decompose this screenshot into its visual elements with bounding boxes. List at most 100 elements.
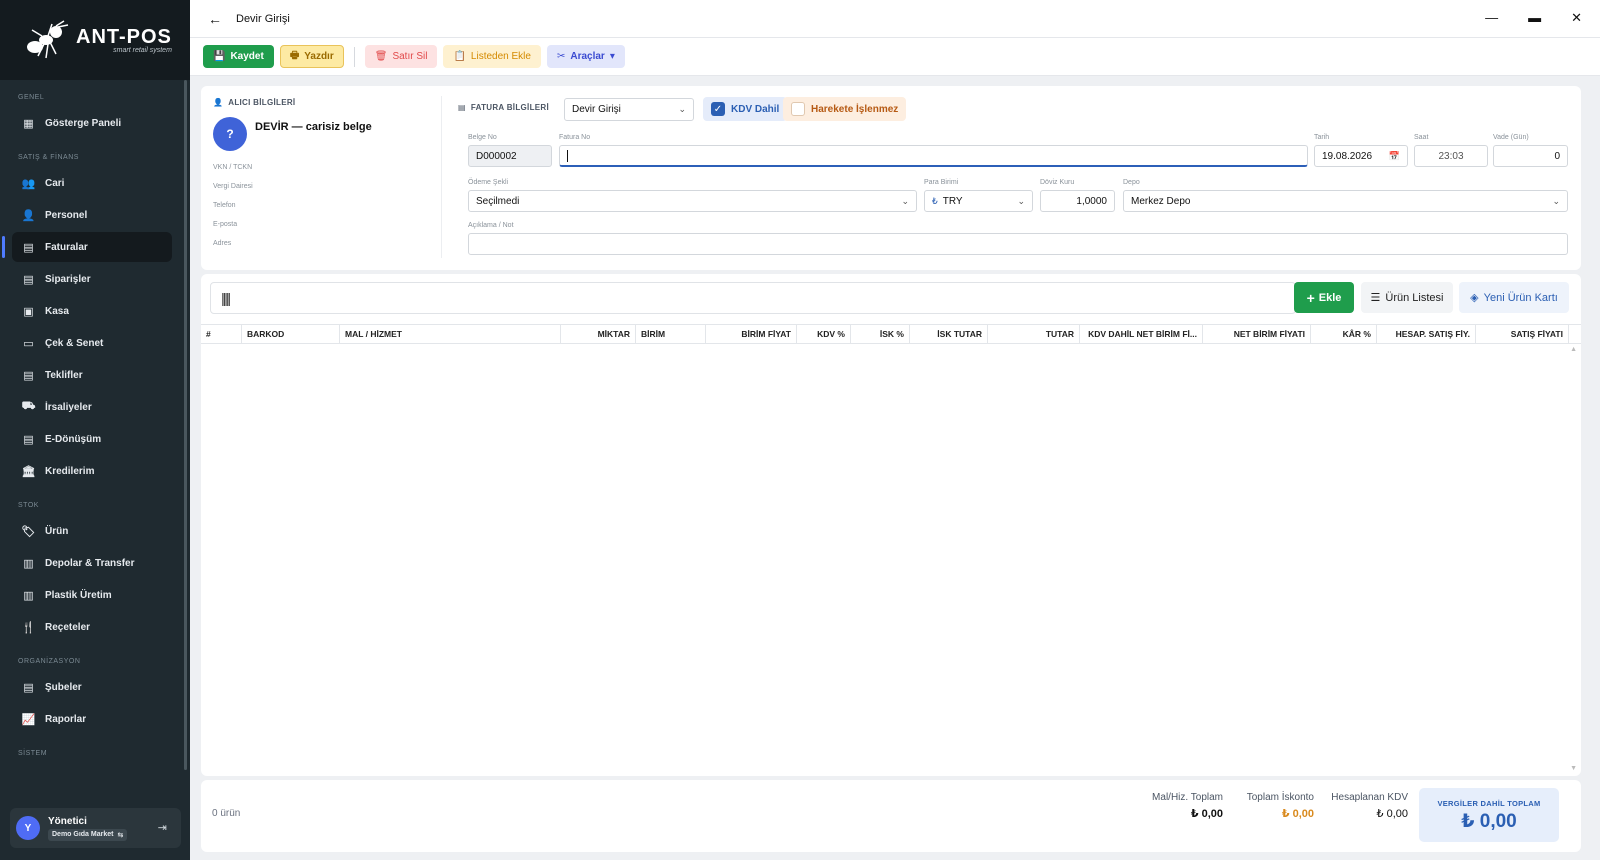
sidebar-item-label: Şubeler xyxy=(45,681,82,693)
chevron-down-icon: ⌄ xyxy=(678,104,686,114)
user-card[interactable]: Y Yönetici Demo Gıda Market ⇆ ⇥ xyxy=(10,808,181,848)
col-isk-tutar[interactable]: İSK TUTAR xyxy=(910,325,988,343)
sidebar-item-cek-senet[interactable]: ▭ Çek & Senet xyxy=(12,328,172,358)
invoice-title-label: FATURA BİLGİLERİ xyxy=(470,103,549,112)
save-button[interactable]: 💾 Kaydet xyxy=(203,45,274,68)
invoice-type-select[interactable]: Devir Girişi ⌄ xyxy=(564,98,694,121)
delete-row-label: Satır Sil xyxy=(392,51,428,62)
print-button[interactable]: 🖶 Yazdır xyxy=(279,45,344,68)
fatura-no-label: Fatura No xyxy=(559,134,591,141)
sidebar-scrollbar[interactable] xyxy=(184,80,187,770)
odeme-select[interactable]: Seçilmedi ⌄ xyxy=(468,190,917,212)
sidebar-item-label: E-Dönüşüm xyxy=(45,433,102,445)
vade-field[interactable]: 0 xyxy=(1493,145,1568,167)
barcode-icon: ||||| xyxy=(221,290,231,306)
tools-icon: ✂ xyxy=(556,51,566,62)
aciklama-input[interactable] xyxy=(468,233,1568,255)
add-from-list-button[interactable]: 📋 Listeden Ekle xyxy=(443,45,541,68)
col-barkod[interactable]: BARKOD xyxy=(242,325,340,343)
close-icon[interactable]: ✕ xyxy=(1571,10,1582,26)
col-isk[interactable]: İSK % xyxy=(851,325,910,343)
sidebar-item-irsaliyeler[interactable]: ⛟ İrsaliyeler xyxy=(12,392,172,422)
sidebar-item-urun[interactable]: 🏷 Ürün xyxy=(12,516,172,546)
buyer-name: DEVİR — carisiz belge xyxy=(255,121,372,133)
depo-value: Merkez Depo xyxy=(1131,195,1191,207)
chevron-down-icon: ⌄ xyxy=(1552,195,1560,206)
mal-toplam-label: Mal/Hiz. Toplam xyxy=(1152,792,1223,803)
depo-select[interactable]: Merkez Depo ⌄ xyxy=(1123,190,1568,212)
sidebar-item-label: Teklifler xyxy=(45,369,83,381)
chevron-down-icon: ⌄ xyxy=(1017,195,1025,206)
barcode-search-input[interactable]: ||||| xyxy=(210,282,1296,314)
order-icon: ▤ xyxy=(23,273,34,286)
sidebar-item-dashboard[interactable]: ▦ Gösterge Paneli xyxy=(12,108,172,138)
col-hesap-satis[interactable]: HESAP. SATIŞ FİY. xyxy=(1377,325,1476,343)
col-kdv-dahil-net[interactable]: KDV DAHİL NET BİRİM Fİ... xyxy=(1080,325,1203,343)
sidebar-item-kasa[interactable]: ▣ Kasa xyxy=(12,296,172,326)
maximize-icon[interactable]: ▬ xyxy=(1528,10,1541,26)
sidebar-item-raporlar[interactable]: 📈 Raporlar xyxy=(12,704,172,734)
calendar-icon[interactable]: 📅 xyxy=(1389,151,1400,162)
sidebar-item-faturalar[interactable]: ▤ Faturalar xyxy=(2,232,172,262)
caret-down-icon: ▾ xyxy=(609,51,615,62)
invoice-title: ▤ FATURA BİLGİLERİ xyxy=(458,103,549,112)
sidebar-item-plastik-uretim[interactable]: ▥ Plastik Üretim xyxy=(12,580,172,610)
vade-label: Vade (Gün) xyxy=(1493,134,1529,141)
tools-dropdown-button[interactable]: ✂ Araçlar ▾ xyxy=(546,45,625,68)
offer-icon: ▤ xyxy=(23,369,34,382)
kdv-dahil-checkbox[interactable]: ✓ KDV Dahil xyxy=(703,97,788,121)
col-mal-hizmet[interactable]: MAL / HİZMET xyxy=(340,325,561,343)
invoice-type-value: Devir Girişi xyxy=(572,104,621,115)
scroll-down-icon[interactable]: ▼ xyxy=(1570,765,1577,772)
buyer-avatar[interactable]: ? xyxy=(213,117,247,151)
tarih-field[interactable]: 19.08.2026 📅 xyxy=(1314,145,1408,167)
sidebar-item-receteler[interactable]: 🍴 Reçeteler xyxy=(12,612,172,642)
product-list-button[interactable]: ☰ Ürün Listesi xyxy=(1361,282,1453,313)
para-birimi-select[interactable]: ₺ TRY ⌄ xyxy=(924,190,1033,212)
para-value: TRY xyxy=(942,195,963,207)
col-kdv[interactable]: KDV % xyxy=(797,325,851,343)
sidebar-item-cari[interactable]: 👥 Cari xyxy=(12,168,172,198)
sidebar-item-label: Gösterge Paneli xyxy=(45,117,122,129)
chart-line-icon: 📈 xyxy=(21,713,36,726)
harekete-islenmez-checkbox[interactable]: Harekete İşlenmez xyxy=(783,97,907,121)
col-birim[interactable]: BİRİM xyxy=(636,325,706,343)
sidebar-item-e-donusum[interactable]: ▤ E-Dönüşüm xyxy=(12,424,172,454)
grand-total: VERGİLER DAHİL TOPLAM ₺ 0,00 xyxy=(1419,788,1559,842)
sidebar-item-subeler[interactable]: ▤ Şubeler xyxy=(12,672,172,702)
section-genel: GENEL xyxy=(18,94,45,101)
sidebar-item-label: Plastik Üretim xyxy=(45,589,112,601)
tarih-value: 19.08.2026 xyxy=(1322,150,1373,162)
delete-row-button[interactable]: 🗑 Satır Sil xyxy=(364,45,438,68)
col-miktar[interactable]: MİKTAR xyxy=(561,325,636,343)
doviz-field[interactable]: 1,0000 xyxy=(1040,190,1115,212)
col-net-birim[interactable]: NET BİRİM FİYATI xyxy=(1203,325,1311,343)
section-satis: SATIŞ & FİNANS xyxy=(18,154,79,161)
belge-no-label: Belge No xyxy=(468,134,497,141)
back-arrow-icon[interactable]: ← xyxy=(208,11,222,27)
col-kar[interactable]: KÂR % xyxy=(1311,325,1377,343)
sidebar: ANT-POS smart retail system GENEL ▦ Göst… xyxy=(0,0,190,860)
sidebar-item-siparisler[interactable]: ▤ Siparişler xyxy=(12,264,172,294)
add-label: Ekle xyxy=(1318,291,1342,304)
telefon-label: Telefon xyxy=(213,202,236,209)
saat-field[interactable]: 23:03 xyxy=(1414,145,1488,167)
logout-icon[interactable]: ⇥ xyxy=(158,821,167,834)
col-satis-fiyati[interactable]: SATIŞ FİYATI xyxy=(1476,325,1569,343)
col-tutar[interactable]: TUTAR xyxy=(988,325,1080,343)
add-button[interactable]: + Ekle xyxy=(1294,282,1354,313)
col-birim-fiyat[interactable]: BİRİM FİYAT xyxy=(706,325,797,343)
new-product-card-button[interactable]: ◈ Yeni Ürün Kartı xyxy=(1459,282,1569,313)
sidebar-item-teklifler[interactable]: ▤ Teklifler xyxy=(12,360,172,390)
fatura-no-input[interactable] xyxy=(559,145,1308,167)
sidebar-item-depolar[interactable]: ▥ Depolar & Transfer xyxy=(12,548,172,578)
branch-switch[interactable]: Demo Gıda Market ⇆ xyxy=(48,828,128,841)
user-icon: 👤 xyxy=(213,98,224,107)
sidebar-item-personel[interactable]: 👤 Personel xyxy=(12,200,172,230)
vergi-dairesi-label: Vergi Dairesi xyxy=(213,183,253,190)
scroll-up-icon[interactable]: ▲ xyxy=(1570,346,1577,353)
sidebar-item-kredilerim[interactable]: 🏛 Kredilerim xyxy=(12,456,172,486)
col-index[interactable]: # xyxy=(201,325,242,343)
minimize-icon[interactable]: — xyxy=(1485,10,1498,26)
list-icon: ☰ xyxy=(1370,292,1381,304)
